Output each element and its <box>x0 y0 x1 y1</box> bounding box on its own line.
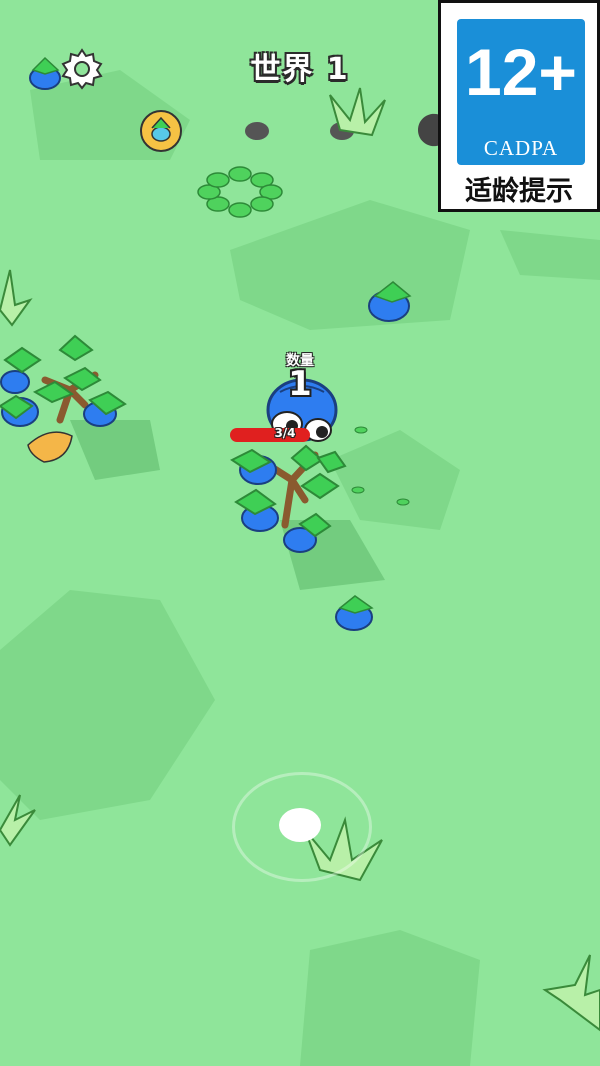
tree-left <box>0 334 127 427</box>
health-text: 3/4 <box>274 426 296 440</box>
age-rating-panel: 12+ CADPA <box>457 19 585 165</box>
age-rating-badge: 12+ CADPA 适龄提示 <box>438 0 600 212</box>
age-rating-org: CADPA <box>483 136 559 160</box>
leaf-ring <box>197 166 283 218</box>
gear-icon[interactable] <box>60 46 104 90</box>
count-value: 1 <box>288 364 312 404</box>
age-rating-number: 12+ <box>465 35 577 109</box>
shadows <box>70 420 385 590</box>
sprout-coin-icon <box>140 110 182 152</box>
orange-leaf <box>27 431 73 463</box>
age-rating-caption: 适龄提示 <box>465 176 573 207</box>
joystick-knob[interactable] <box>279 808 321 842</box>
berry-bush <box>335 595 374 631</box>
